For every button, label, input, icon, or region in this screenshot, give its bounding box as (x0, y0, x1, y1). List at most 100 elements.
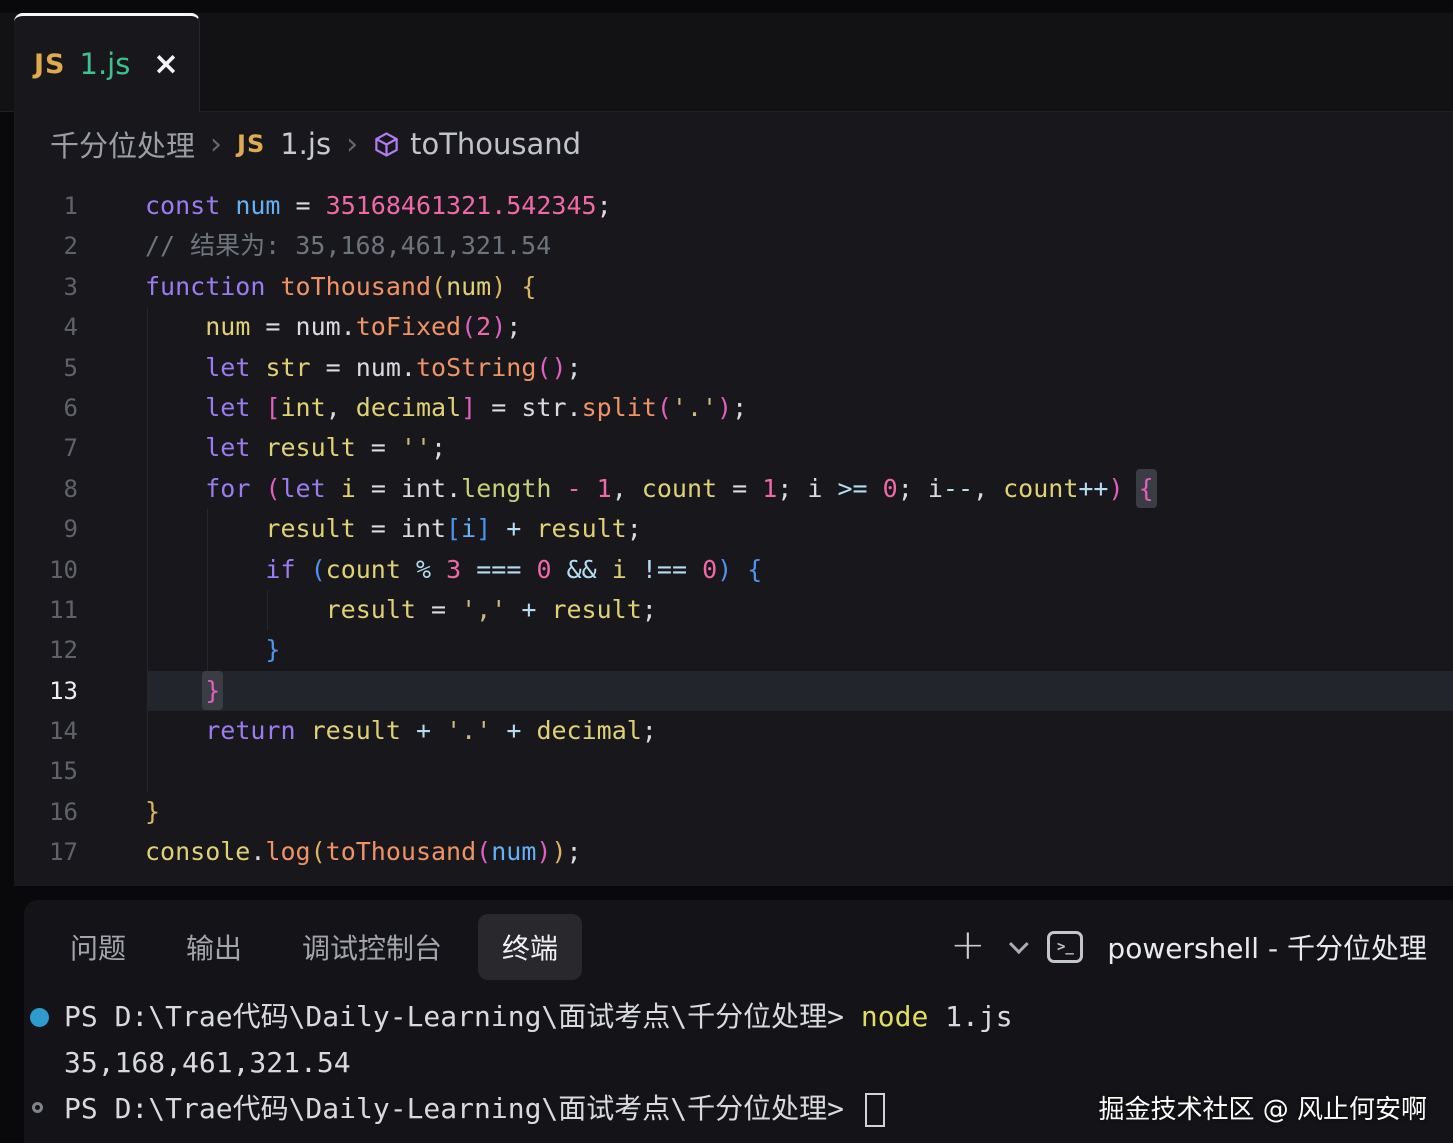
breadcrumb-file[interactable]: 1.js (280, 127, 331, 161)
code-token: ] (476, 514, 491, 543)
breadcrumb-symbol[interactable]: toThousand (373, 127, 581, 161)
code-token: 2 (476, 312, 491, 341)
code-token (250, 353, 265, 382)
code-token: ; i (777, 474, 837, 503)
code-token: % (416, 555, 431, 584)
new-terminal-icon[interactable]: + (950, 924, 985, 966)
code-token: '' (401, 433, 431, 462)
code-token: count (642, 474, 717, 503)
watermark-text: 掘金技术社区 @ 风止何安啊 (1098, 1089, 1427, 1126)
code-token: ( (311, 837, 326, 866)
code-token: { (521, 272, 536, 301)
code-token (868, 474, 883, 503)
js-language-icon: JS (237, 130, 265, 158)
code-line[interactable]: 8 for (let i = int.length - 1, count = 1… (14, 469, 1453, 509)
chevron-down-icon[interactable] (1009, 934, 1029, 954)
code-line[interactable]: 5 let str = num.toString(); (14, 348, 1453, 388)
code-token (536, 595, 551, 624)
panel-tab-终端[interactable]: 终端 (478, 914, 582, 980)
code-token: result (326, 595, 416, 624)
indent-guide (147, 751, 148, 791)
code-token: log (265, 837, 310, 866)
code-area[interactable]: 1const num = 35168461321.542345;2// 结果为:… (14, 176, 1453, 873)
code-token: result (551, 595, 641, 624)
code-token: + (506, 514, 521, 543)
code-line[interactable]: 12 } (14, 630, 1453, 670)
code-token: ++ (1078, 474, 1108, 503)
code-line[interactable]: 6 let [int, decimal] = str.split('.'); (14, 388, 1453, 428)
line-number: 1 (14, 186, 78, 226)
code-token: >= (838, 474, 868, 503)
code-token: num (205, 312, 250, 341)
code-line[interactable]: 1const num = 35168461321.542345; (14, 186, 1453, 226)
code-token: for (205, 474, 250, 503)
code-token: ',' (461, 595, 506, 624)
code-text: num = num.toFixed(2); (145, 307, 521, 347)
code-token: ; (567, 353, 582, 382)
code-token (491, 514, 506, 543)
code-token: int. (401, 474, 461, 503)
code-line[interactable]: 14 return result + '.' + decimal; (14, 711, 1453, 751)
code-token: // 结果为: 35,168,461,321.54 (145, 231, 551, 260)
line-number: 6 (14, 388, 78, 428)
code-token (145, 312, 205, 341)
code-token: === (476, 555, 521, 584)
terminal-text: node (861, 1000, 928, 1033)
file-tab-1js[interactable]: JS 1.js × (14, 13, 200, 112)
code-token (250, 433, 265, 462)
code-line[interactable]: 4 num = num.toFixed(2); (14, 307, 1453, 347)
code-line[interactable]: 9 result = int[i] + result; (14, 509, 1453, 549)
terminal-line: 35,168,461,321.54 (24, 1040, 1453, 1086)
code-token: let (205, 433, 250, 462)
code-token: } (265, 635, 280, 664)
code-token (145, 555, 265, 584)
code-token: ( (461, 312, 476, 341)
close-icon[interactable]: × (153, 49, 179, 80)
code-token: = (280, 191, 325, 220)
code-token (521, 716, 536, 745)
line-number: 17 (14, 832, 78, 872)
code-token: i (461, 514, 476, 543)
code-token: int (401, 514, 446, 543)
code-line[interactable]: 11 result = ',' + result; (14, 590, 1453, 630)
code-token: toThousand (280, 272, 431, 301)
code-token: -- (943, 474, 973, 503)
line-number: 8 (14, 469, 78, 509)
panel-tab-输出[interactable]: 输出 (162, 914, 266, 980)
code-token: = (717, 474, 762, 503)
code-line[interactable]: 10 if (count % 3 === 0 && i !== 0) { (14, 550, 1453, 590)
code-token: console (145, 837, 250, 866)
code-token: decimal (356, 393, 461, 422)
code-token: num. (296, 312, 356, 341)
code-line[interactable]: 15 (14, 751, 1453, 791)
code-line[interactable]: 13 } (14, 671, 1453, 711)
code-token (521, 555, 536, 584)
code-line[interactable]: 16} (14, 792, 1453, 832)
code-token: [ (446, 514, 461, 543)
code-text: return result + '.' + decimal; (145, 711, 657, 751)
terminal-session-label[interactable]: powershell - 千分位处理 (1107, 927, 1427, 967)
code-token: ) (491, 312, 506, 341)
code-token (521, 514, 536, 543)
panel-tab-调试控制台[interactable]: 调试控制台 (278, 914, 466, 980)
code-token (250, 474, 265, 503)
code-token: ( (657, 393, 672, 422)
code-token: ) (536, 837, 551, 866)
code-token: ; (431, 433, 446, 462)
code-token: i (612, 555, 627, 584)
panel-tab-问题[interactable]: 问题 (46, 914, 150, 980)
symbol-cube-icon (373, 131, 400, 158)
code-token: } (202, 671, 223, 710)
code-line[interactable]: 3function toThousand(num) { (14, 267, 1453, 307)
code-line[interactable]: 2// 结果为: 35,168,461,321.54 (14, 226, 1453, 266)
code-line[interactable]: 7 let result = ''; (14, 428, 1453, 468)
code-token: 0 (536, 555, 551, 584)
code-token: = (416, 595, 461, 624)
code-token: [ (265, 393, 280, 422)
code-line[interactable]: 17console.log(toThousand(num)); (14, 832, 1453, 872)
breadcrumb: 千分位处理 › JS 1.js › toThousand (14, 112, 1453, 176)
breadcrumb-folder[interactable]: 千分位处理 (50, 123, 195, 165)
code-token: = (311, 353, 356, 382)
code-token: decimal (536, 716, 641, 745)
code-token: = (250, 312, 295, 341)
